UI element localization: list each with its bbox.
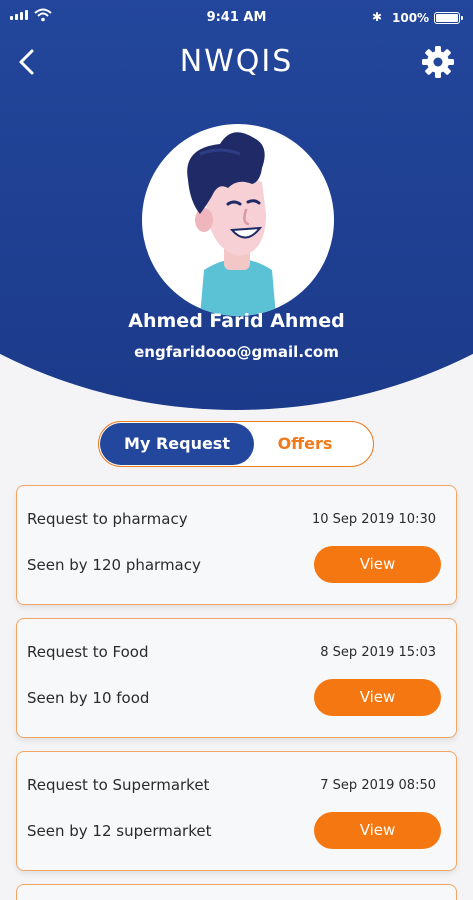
user-email: engfaridooo@gmail.com [134,343,339,361]
battery-icon [434,12,463,24]
request-card: Request to pharmacy 10 Sep 2019 10:30 Se… [16,485,457,605]
profile-header: 9:41 AM ✱ 100% NWQIS Ahmed Farid Ahmed e… [0,0,473,420]
request-title: Request to Supermarket [27,776,210,794]
request-card: Request to Food 8 Sep 2019 15:03 Seen by… [16,618,457,738]
user-avatar-illustration [187,132,276,316]
request-tabs: Offers My Request [98,421,374,467]
request-date: 8 Sep 2019 15:03 [320,645,436,660]
request-seen-count: Seen by 12 supermarket [27,822,212,840]
request-title: Request to pharmacy [27,510,188,528]
request-seen-count: Seen by 120 pharmacy [27,556,201,574]
bluetooth-icon: ✱ [372,10,383,24]
avatar [140,124,336,316]
battery-percent: 100% [392,11,430,25]
request-title: Request to Food [27,643,149,661]
page-title: NWQIS [179,44,294,79]
status-bar: 9:41 AM ✱ 100% [0,6,473,32]
gear-icon[interactable] [420,44,456,80]
tab-my-request[interactable]: My Request [100,423,254,465]
view-button[interactable]: View [314,812,441,849]
tab-offers[interactable]: Offers [239,423,371,465]
view-button[interactable]: View [314,679,441,716]
request-date: 7 Sep 2019 08:50 [320,778,436,793]
view-button[interactable]: View [314,546,441,583]
user-name: Ahmed Farid Ahmed [128,310,345,332]
avatar-circle [142,124,334,316]
request-card-partial [16,884,457,900]
request-date: 10 Sep 2019 10:30 [312,512,436,527]
request-card: Request to Supermarket 7 Sep 2019 08:50 … [16,751,457,871]
request-seen-count: Seen by 10 food [27,689,150,707]
